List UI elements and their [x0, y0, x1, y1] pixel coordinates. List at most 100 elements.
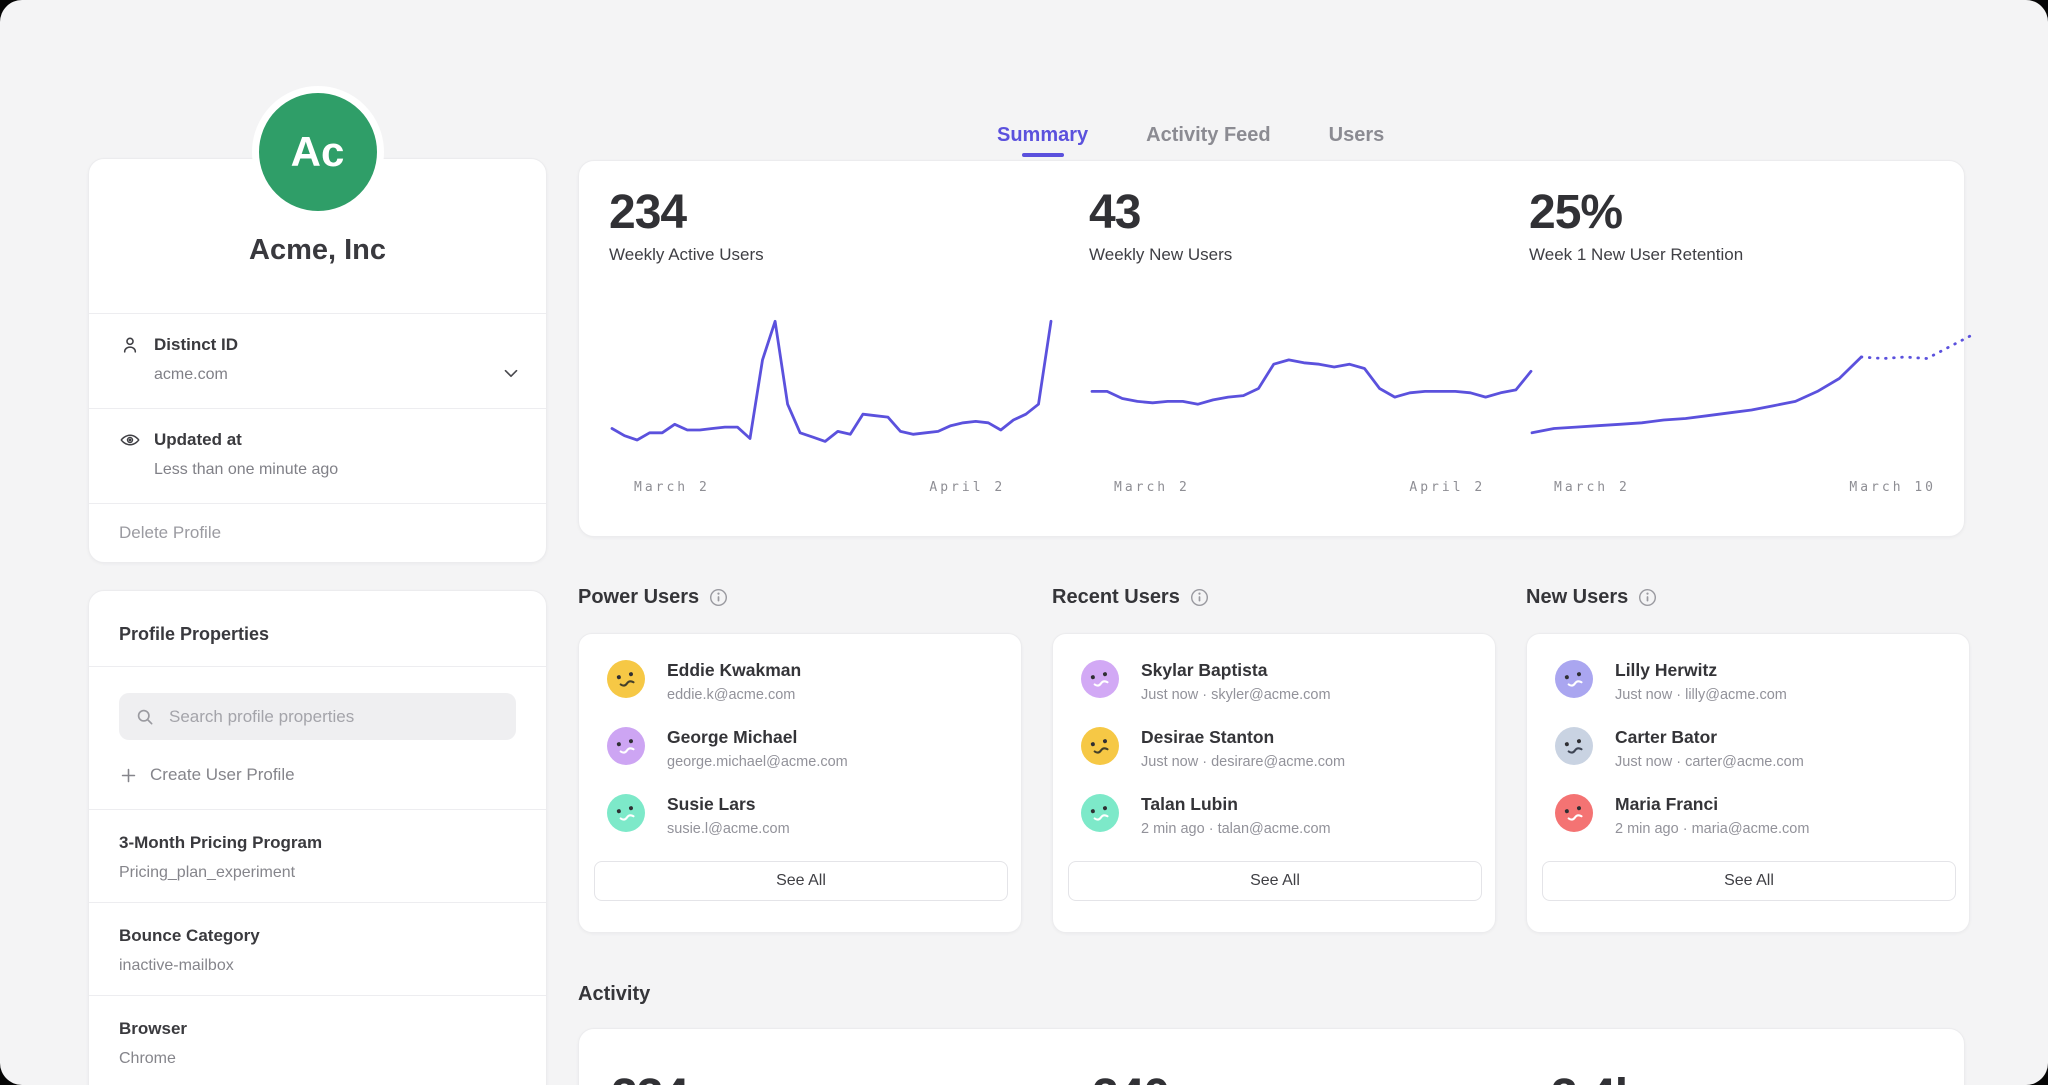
stat-weekly-active-users: 234 Weekly Active Users March 2April 2 [609, 189, 1054, 500]
property-item[interactable]: Browser Chrome [89, 995, 546, 1085]
user-list-item[interactable]: Skylar Baptista Just now · skyler@acme.co… [1068, 660, 1480, 711]
new-users-card: Lilly Herwitz Just now · lilly@acme.com C… [1526, 633, 1970, 933]
profile-properties-title: Profile Properties [89, 591, 546, 667]
property-item[interactable]: 3-Month Pricing Program Pricing_plan_exp… [89, 809, 546, 902]
stat-value: 43 [1089, 189, 1534, 237]
activity-section-title: Activity [578, 983, 650, 1006]
x-axis-labels: March 2April 2 [609, 480, 1054, 500]
user-list-item[interactable]: Lilly Herwitz Just now · lilly@acme.com [1542, 660, 1954, 711]
user-list-item[interactable]: Talan Lubin2 min ago · talan@acme.com [1068, 794, 1480, 845]
profile-card-header: Ac Acme, Inc [89, 159, 546, 313]
profile-card: Ac Acme, Inc Distinct ID acme.com [88, 158, 547, 563]
user-subtitle: 2 min ago · maria@acme.com [1615, 821, 1809, 837]
user-avatar [1555, 727, 1593, 765]
user-name: Skylar Baptista [1141, 660, 1331, 681]
info-icon[interactable] [1638, 588, 1657, 607]
section-title: Power Users [578, 586, 699, 609]
plus-icon [119, 766, 138, 785]
power-users-section: Power Users Eddie Kwakman eddie.k@acme.co… [578, 585, 1022, 933]
profile-tabs: Summary Activity Feed Users [997, 122, 1384, 148]
new-users-section: New Users Lilly HerwitzJust now · lilly@… [1526, 585, 1970, 933]
user-subtitle: george.michael@acme.com [667, 754, 848, 770]
user-subtitle: eddie.k@acme.com [667, 687, 801, 703]
user-list-item[interactable]: George Michael george.michael@acme.com [594, 727, 1006, 778]
user-subtitle: Just now · skyler@acme.com [1141, 687, 1331, 703]
user-subtitle: Just now · desirare@acme.com [1141, 754, 1345, 770]
stat-label: Week 1 New User Retention [1529, 245, 1974, 265]
user-name: Talan Lubin [1141, 794, 1331, 815]
activity-stat-value: 240 [1092, 1069, 1169, 1085]
week1-retention-chart [1529, 311, 1974, 466]
profile-properties-search[interactable] [119, 693, 516, 740]
see-all-button[interactable]: See All [1068, 861, 1482, 901]
user-list-item[interactable]: Susie Lars susie.l@acme.com [594, 794, 1006, 845]
property-item[interactable]: Bounce Category inactive-mailbox [89, 902, 546, 995]
updated-at-value: Less than one minute ago [154, 461, 516, 479]
user-list-item[interactable]: Maria Franci 2 min ago · maria@acme.com [1542, 794, 1954, 845]
activity-card: 234 240 3.4k [578, 1028, 1965, 1085]
distinct-id-label: Distinct ID [154, 335, 238, 355]
user-avatar [607, 727, 645, 765]
stat-value: 25% [1529, 189, 1974, 237]
user-avatar [607, 660, 645, 698]
user-list-item[interactable]: Desirae Stanton Just now · desirare@acme.… [1068, 727, 1480, 778]
app-window: Ac Acme, Inc Distinct ID acme.com [0, 0, 2048, 1085]
active-tab-underline [1022, 153, 1064, 157]
user-list-item[interactable]: Eddie Kwakman eddie.k@acme.com [594, 660, 1006, 711]
activity-stat-value: 3.4k [1551, 1069, 1640, 1085]
info-icon[interactable] [1190, 588, 1209, 607]
user-name: Maria Franci [1615, 794, 1809, 815]
create-user-profile-button[interactable]: Create User Profile [119, 765, 516, 785]
company-name: Acme, Inc [89, 234, 546, 267]
user-avatar [1081, 794, 1119, 832]
stat-week1-retention: 25% Week 1 New User Retention March 2Mar… [1529, 189, 1974, 500]
user-list-item[interactable]: Carter BatorJust now · carter@acme.com [1542, 727, 1954, 778]
user-avatar [1081, 660, 1119, 698]
property-name: Browser [119, 1019, 516, 1039]
stat-label: Weekly New Users [1089, 245, 1534, 265]
property-value: Chrome [119, 1050, 516, 1068]
see-all-button[interactable]: See All [594, 861, 1008, 901]
user-name: Susie Lars [667, 794, 790, 815]
weekly-active-users-chart [609, 311, 1054, 466]
power-users-card: Eddie Kwakman eddie.k@acme.com George Mic… [578, 633, 1022, 933]
search-input[interactable] [167, 706, 500, 728]
stat-weekly-new-users: 43 Weekly New Users March 2April 2 [1089, 189, 1534, 500]
distinct-id-row: Distinct ID acme.com [89, 313, 546, 408]
activity-stat-value: 234 [611, 1069, 688, 1085]
user-subtitle: Just now · carter@acme.com [1615, 754, 1804, 770]
property-value: inactive-mailbox [119, 957, 516, 975]
updated-at-row: Updated at Less than one minute ago [89, 408, 546, 503]
stat-value: 234 [609, 189, 1054, 237]
recent-users-card: Skylar Baptista Just now · skyler@acme.co… [1052, 633, 1496, 933]
user-name: Eddie Kwakman [667, 660, 801, 681]
person-icon [119, 334, 141, 356]
company-avatar: Ac [252, 86, 384, 218]
user-sections: Power Users Eddie Kwakman eddie.k@acme.co… [578, 585, 1970, 933]
section-title: Recent Users [1052, 586, 1180, 609]
property-name: 3-Month Pricing Program [119, 833, 516, 853]
user-avatar [1555, 794, 1593, 832]
user-name: Desirae Stanton [1141, 727, 1345, 748]
chevron-down-icon[interactable] [500, 362, 522, 389]
x-axis-labels: March 2April 2 [1089, 480, 1534, 500]
see-all-button[interactable]: See All [1542, 861, 1956, 901]
tab-users[interactable]: Users [1329, 122, 1385, 148]
tab-summary[interactable]: Summary [997, 122, 1088, 148]
recent-users-section: Recent Users Skylar Baptista Just now · s… [1052, 585, 1496, 933]
tab-activity-feed[interactable]: Activity Feed [1146, 122, 1270, 148]
eye-icon [119, 429, 141, 451]
summary-stats-card: 234 Weekly Active Users March 2April 2 4… [578, 160, 1965, 537]
delete-profile-button[interactable]: Delete Profile [89, 503, 546, 562]
distinct-id-value: acme.com [154, 366, 516, 384]
property-value: Pricing_plan_experiment [119, 864, 516, 882]
user-avatar [607, 794, 645, 832]
user-name: Lilly Herwitz [1615, 660, 1787, 681]
user-subtitle: susie.l@acme.com [667, 821, 790, 837]
profile-properties-card: Profile Properties Create User Profile 3… [88, 590, 547, 1085]
user-name: George Michael [667, 727, 848, 748]
info-icon[interactable] [709, 588, 728, 607]
user-subtitle: Just now · lilly@acme.com [1615, 687, 1787, 703]
user-avatar [1081, 727, 1119, 765]
updated-at-label: Updated at [154, 430, 242, 450]
